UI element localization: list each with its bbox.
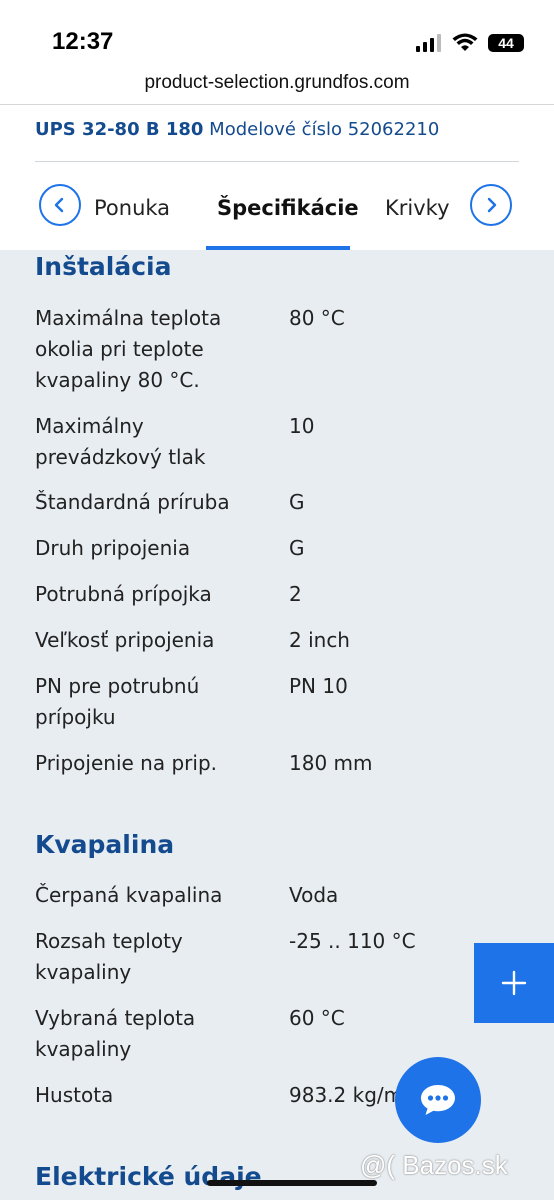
- model-number: 52062210: [347, 119, 440, 140]
- spec-label: Maximálny prevádzkový tlak: [35, 414, 206, 469]
- spec-value: 2: [289, 582, 302, 606]
- product-header: UPS 32-80 B 180 Modelové číslo 52062210 …: [0, 105, 554, 250]
- section-title-liquid: Kvapalina: [35, 830, 175, 859]
- plus-icon: [501, 970, 527, 996]
- chat-bubble-icon: [421, 1085, 455, 1115]
- product-title: UPS 32-80 B 180 Modelové číslo 52062210: [35, 119, 439, 140]
- tab-menu[interactable]: Ponuka: [94, 196, 170, 220]
- spec-label: Maximálna teplota okolia pri teplote kva…: [35, 306, 222, 392]
- spec-value: G: [289, 536, 305, 560]
- section-title-installation: Inštalácia: [35, 252, 172, 281]
- spec-label: Rozsah teploty kvapaliny: [35, 929, 183, 984]
- wifi-icon: [452, 33, 478, 51]
- battery-indicator: 44: [488, 34, 524, 52]
- spec-label: Veľkosť pripojenia: [35, 628, 215, 652]
- tab-specifications[interactable]: Špecifikácie: [217, 196, 359, 220]
- spec-value: 2 inch: [289, 628, 350, 652]
- section-title-electrical: Elektrické údaje: [35, 1162, 262, 1191]
- spec-label: Vybraná teplota kvapaliny: [35, 1006, 196, 1061]
- tab-curves[interactable]: Krivky: [385, 196, 450, 220]
- spec-label: Štandardná príruba: [35, 490, 230, 514]
- spec-value: 80 °C: [289, 306, 345, 330]
- home-indicator: [207, 1180, 377, 1186]
- spec-value: 60 °C: [289, 1006, 345, 1030]
- status-bar: 12:37 44: [0, 0, 554, 68]
- spec-label: Hustota: [35, 1083, 114, 1107]
- spec-label: PN pre potrubnú prípojku: [35, 674, 200, 729]
- spec-label: Potrubná prípojka: [35, 582, 212, 606]
- expand-button[interactable]: [474, 943, 554, 1023]
- spec-value: PN 10: [289, 674, 348, 698]
- watermark: @( Bazos.sk: [360, 1150, 508, 1180]
- spec-label: Druh pripojenia: [35, 536, 191, 560]
- status-time: 12:37: [52, 28, 114, 55]
- chat-button[interactable]: [395, 1057, 481, 1143]
- model-number-label: Modelové číslo: [209, 119, 342, 140]
- chevron-left-icon: [54, 197, 64, 213]
- active-tab-indicator: [206, 246, 350, 250]
- spec-value: -25 .. 110 °C: [289, 929, 416, 953]
- signal-icon: [416, 34, 441, 52]
- product-model: UPS 32-80 B 180: [35, 119, 204, 140]
- chevron-right-icon: [487, 197, 497, 213]
- tab-bar: Ponuka Špecifikácie Krivky: [0, 162, 554, 250]
- spec-value: 180 mm: [289, 751, 373, 775]
- url-text: product-selection.grundfos.com: [144, 72, 410, 93]
- spec-value: 10: [289, 414, 315, 438]
- url-bar[interactable]: product-selection.grundfos.com: [0, 68, 554, 105]
- status-icons: 44: [416, 32, 524, 54]
- spec-value: 983.2 kg/m: [289, 1083, 404, 1107]
- spec-label: Čerpaná kvapalina: [35, 883, 223, 907]
- spec-label: Pripojenie na prip.: [35, 751, 217, 775]
- spec-value: G: [289, 490, 305, 514]
- next-tab-button[interactable]: [470, 184, 512, 226]
- previous-tab-button[interactable]: [39, 184, 81, 226]
- spec-value: Voda: [289, 883, 339, 907]
